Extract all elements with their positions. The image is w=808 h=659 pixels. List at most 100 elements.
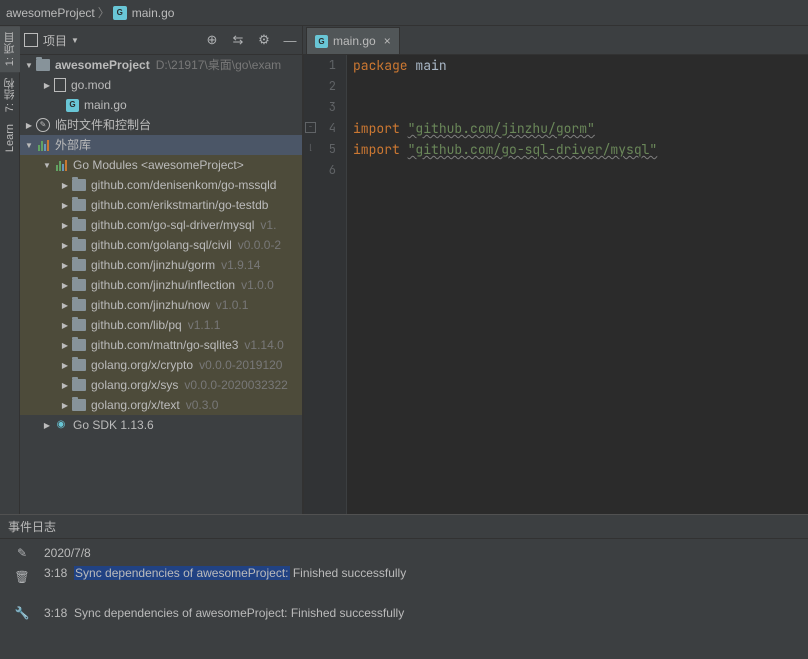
tree-item-dependency[interactable]: github.com/jinzhu/nowv1.0.1 — [20, 295, 302, 315]
event-link[interactable]: Sync dependencies of awesomeProject: — [74, 566, 289, 580]
tool-tab-learn[interactable]: Learn — [2, 118, 18, 158]
expand-icon[interactable] — [60, 315, 70, 336]
tree-item-dependency[interactable]: github.com/mattn/go-sqlite3v1.14.0 — [20, 335, 302, 355]
event-entry[interactable]: 3:18 Sync dependencies of awesomeProject… — [44, 603, 808, 623]
tree-item-scratches[interactable]: ✎ 临时文件和控制台 — [20, 115, 302, 135]
folder-icon — [72, 199, 86, 211]
tree-item-dependency[interactable]: github.com/jinzhu/inflectionv1.0.0 — [20, 275, 302, 295]
expand-icon[interactable] — [24, 115, 34, 136]
tree-node-version: v1.9.14 — [221, 255, 260, 275]
tool-tab-project[interactable]: 1: 项目 — [0, 26, 20, 72]
tree-item-dependency[interactable]: golang.org/x/textv0.3.0 — [20, 395, 302, 415]
tree-item-dependency[interactable]: github.com/jinzhu/gorm v1.9.14 — [20, 255, 302, 275]
breadcrumb-project[interactable]: awesomeProject — [6, 6, 95, 20]
tree-item-dependency[interactable]: github.com/go-sql-driver/mysqlv1. — [20, 215, 302, 235]
tree-node-label: awesomeProject — [55, 55, 150, 75]
expand-icon[interactable] — [60, 355, 70, 376]
tree-node-label: 临时文件和控制台 — [55, 115, 151, 135]
folder-icon — [72, 379, 86, 391]
expand-icon[interactable] — [42, 75, 52, 96]
editor-gutter[interactable]: 1 2 3 −4 ⌊5 6 — [304, 55, 347, 514]
tree-item-dependency[interactable]: github.com/denisenkom/go-mssqld — [20, 175, 302, 195]
event-log-toolbar: ✎ 🗑 🔧 — [0, 539, 44, 659]
event-rest: Finished successfully — [293, 566, 406, 580]
expand-icon[interactable] — [60, 235, 70, 256]
expand-icon[interactable] — [60, 175, 70, 196]
tree-node-label: github.com/golang-sql/civil — [91, 235, 232, 255]
event-link[interactable]: Sync dependencies of awesomeProject: — [74, 606, 287, 620]
folder-icon — [72, 219, 86, 231]
file-tab-main-go[interactable]: G main.go × — [306, 27, 400, 54]
tree-item-dependency[interactable]: github.com/lib/pqv1.1.1 — [20, 315, 302, 335]
expand-icon[interactable] — [60, 255, 70, 276]
project-tree[interactable]: awesomeProject D:\21917\桌面\go\exam go.mo… — [20, 55, 302, 514]
event-log-header[interactable]: 事件日志 — [0, 515, 808, 539]
expand-icon[interactable] — [42, 415, 52, 436]
tree-item-dependency[interactable]: github.com/erikstmartin/go-testdb — [20, 195, 302, 215]
expand-icon[interactable] — [60, 295, 70, 316]
event-log-panel: 事件日志 ✎ 🗑 🔧 2020/7/8 3:18 Sync dependenci… — [0, 514, 808, 659]
tree-root[interactable]: awesomeProject D:\21917\桌面\go\exam — [20, 55, 302, 75]
event-time: 3:18 — [44, 606, 67, 620]
expand-icon[interactable] — [42, 155, 52, 176]
line-number[interactable]: 2 — [304, 76, 346, 97]
tree-node-label: 外部库 — [55, 135, 91, 155]
breadcrumb: awesomeProject 〉 G main.go — [0, 0, 808, 26]
chevron-right-icon: 〉 — [98, 4, 110, 21]
expand-icon[interactable] — [60, 375, 70, 396]
project-view-dropdown[interactable]: 项目 ▼ — [43, 32, 79, 49]
expand-icon[interactable] — [24, 55, 34, 76]
tree-item-external-libs[interactable]: 外部库 — [20, 135, 302, 155]
gear-icon[interactable]: ⚙ — [256, 32, 272, 48]
tree-item-dependency[interactable]: github.com/golang-sql/civilv0.0.0-2 — [20, 235, 302, 255]
folder-icon — [72, 179, 86, 191]
fold-icon[interactable]: ⌊ — [305, 143, 316, 154]
tree-node-label: Go Modules <awesomeProject> — [73, 155, 244, 175]
tree-node-path: D:\21917\桌面\go\exam — [156, 55, 281, 75]
tree-item-dependency[interactable]: golang.org/x/sysv0.0.0-2020032322 — [20, 375, 302, 395]
go-file-icon: G — [315, 35, 328, 48]
tree-node-label: github.com/jinzhu/gorm — [91, 255, 215, 275]
trash-icon[interactable]: 🗑 — [14, 569, 30, 585]
tree-item-dependency[interactable]: golang.org/x/cryptov0.0.0-2019120 — [20, 355, 302, 375]
collapse-icon[interactable]: ⇆ — [230, 32, 246, 48]
code-area[interactable]: package main import "github.com/jinzhu/g… — [347, 55, 808, 514]
wrench-icon[interactable]: 🔧 — [14, 605, 30, 621]
editor-area: G main.go × 1 2 3 −4 ⌊5 6 package main i… — [303, 26, 808, 514]
code-ident: main — [415, 57, 446, 74]
line-number[interactable]: 1 — [304, 55, 346, 76]
minimize-icon[interactable]: — — [282, 32, 298, 48]
line-number[interactable]: ⌊5 — [304, 139, 346, 160]
line-number[interactable]: 3 — [304, 97, 346, 118]
line-number[interactable]: −4 — [304, 118, 346, 139]
line-number[interactable]: 6 — [304, 160, 346, 181]
tree-node-label: golang.org/x/text — [91, 395, 180, 415]
tree-node-label: github.com/denisenkom/go-mssqld — [91, 175, 276, 195]
editor-tabs-bar: G main.go × — [303, 26, 808, 55]
breadcrumb-file[interactable]: main.go — [132, 6, 175, 20]
tree-item-go-sdk[interactable]: ◉ Go SDK 1.13.6 — [20, 415, 302, 435]
event-date: 2020/7/8 — [44, 543, 808, 563]
edit-icon[interactable]: ✎ — [14, 545, 30, 561]
expand-icon[interactable] — [60, 395, 70, 416]
expand-icon[interactable] — [60, 195, 70, 216]
expand-icon[interactable] — [60, 335, 70, 356]
event-entry[interactable]: 3:18 Sync dependencies of awesomeProject… — [44, 563, 808, 583]
modules-icon — [54, 159, 68, 171]
event-log-content[interactable]: 2020/7/8 3:18 Sync dependencies of aweso… — [44, 539, 808, 659]
tree-item-maingo[interactable]: G main.go — [20, 95, 302, 115]
tool-tab-structure[interactable]: 7: 结构 — [0, 72, 20, 118]
close-icon[interactable]: × — [384, 34, 391, 48]
expand-icon[interactable] — [60, 275, 70, 296]
tree-node-label: github.com/jinzhu/inflection — [91, 275, 235, 295]
expand-icon[interactable] — [60, 215, 70, 236]
editor-body[interactable]: 1 2 3 −4 ⌊5 6 package main import "githu… — [303, 55, 808, 514]
file-tab-label: main.go — [333, 34, 376, 48]
tree-node-label: github.com/lib/pq — [91, 315, 182, 335]
target-icon[interactable]: ⊕ — [204, 32, 220, 48]
tree-node-version: v0.0.0-2019120 — [199, 355, 282, 375]
tree-item-go-modules[interactable]: Go Modules <awesomeProject> — [20, 155, 302, 175]
tree-item-gomod[interactable]: go.mod — [20, 75, 302, 95]
expand-icon[interactable] — [24, 135, 34, 156]
fold-icon[interactable]: − — [305, 122, 316, 133]
